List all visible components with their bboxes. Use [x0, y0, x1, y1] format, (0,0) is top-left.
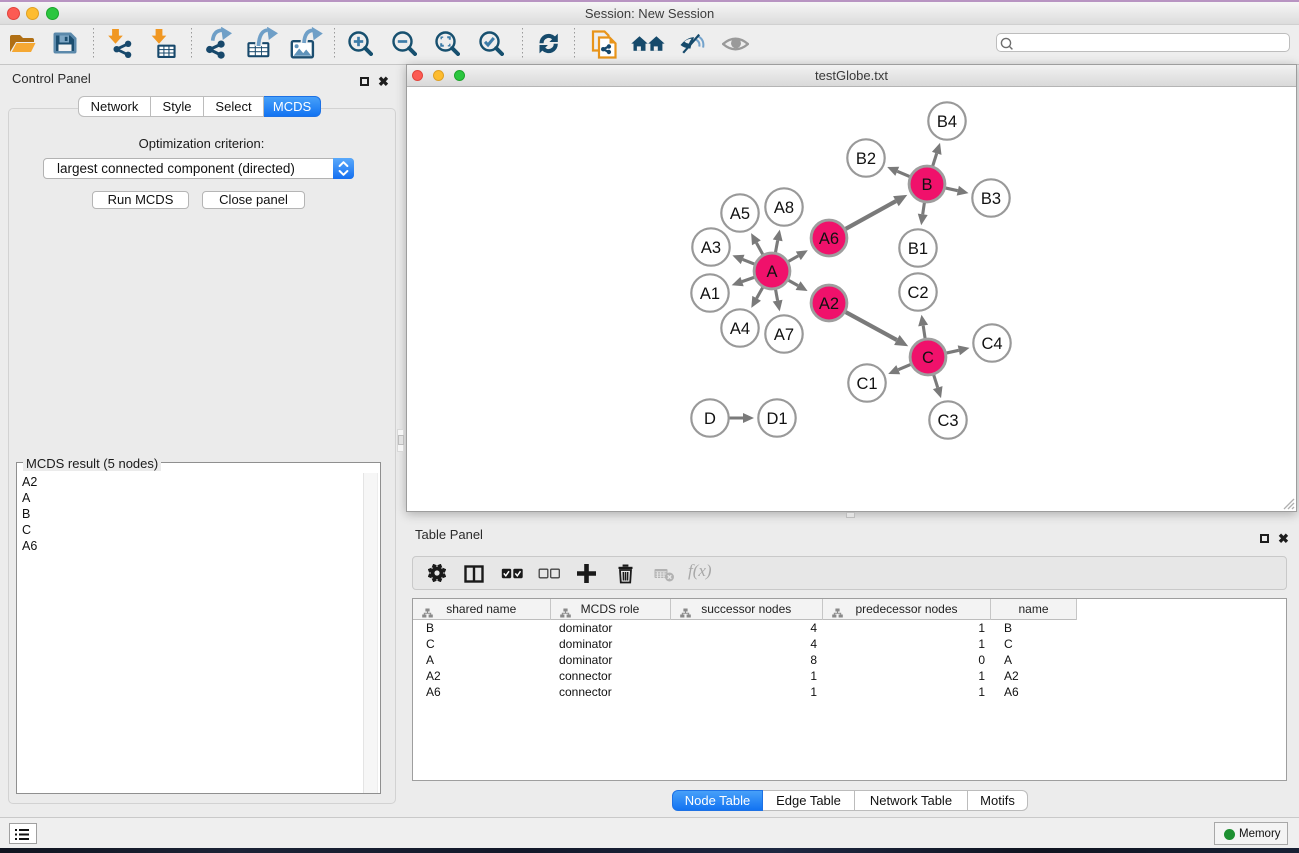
svg-text:B2: B2 [856, 150, 876, 168]
svg-text:C: C [922, 349, 934, 367]
svg-text:C2: C2 [907, 284, 928, 302]
svg-text:A: A [766, 263, 777, 281]
svg-text:B3: B3 [981, 190, 1001, 208]
svg-text:A8: A8 [774, 199, 794, 217]
svg-text:D1: D1 [766, 410, 787, 428]
svg-text:A5: A5 [730, 205, 750, 223]
svg-text:C4: C4 [981, 335, 1002, 353]
svg-text:A4: A4 [730, 320, 750, 338]
svg-text:C3: C3 [937, 412, 958, 430]
svg-text:B4: B4 [937, 113, 957, 131]
svg-text:C1: C1 [856, 375, 877, 393]
svg-text:A6: A6 [819, 230, 839, 248]
svg-text:B1: B1 [908, 240, 928, 258]
svg-text:A1: A1 [700, 285, 720, 303]
svg-text:D: D [704, 410, 716, 428]
svg-text:A2: A2 [819, 295, 839, 313]
svg-text:A7: A7 [774, 326, 794, 344]
svg-text:B: B [921, 176, 932, 194]
svg-text:A3: A3 [701, 239, 721, 257]
